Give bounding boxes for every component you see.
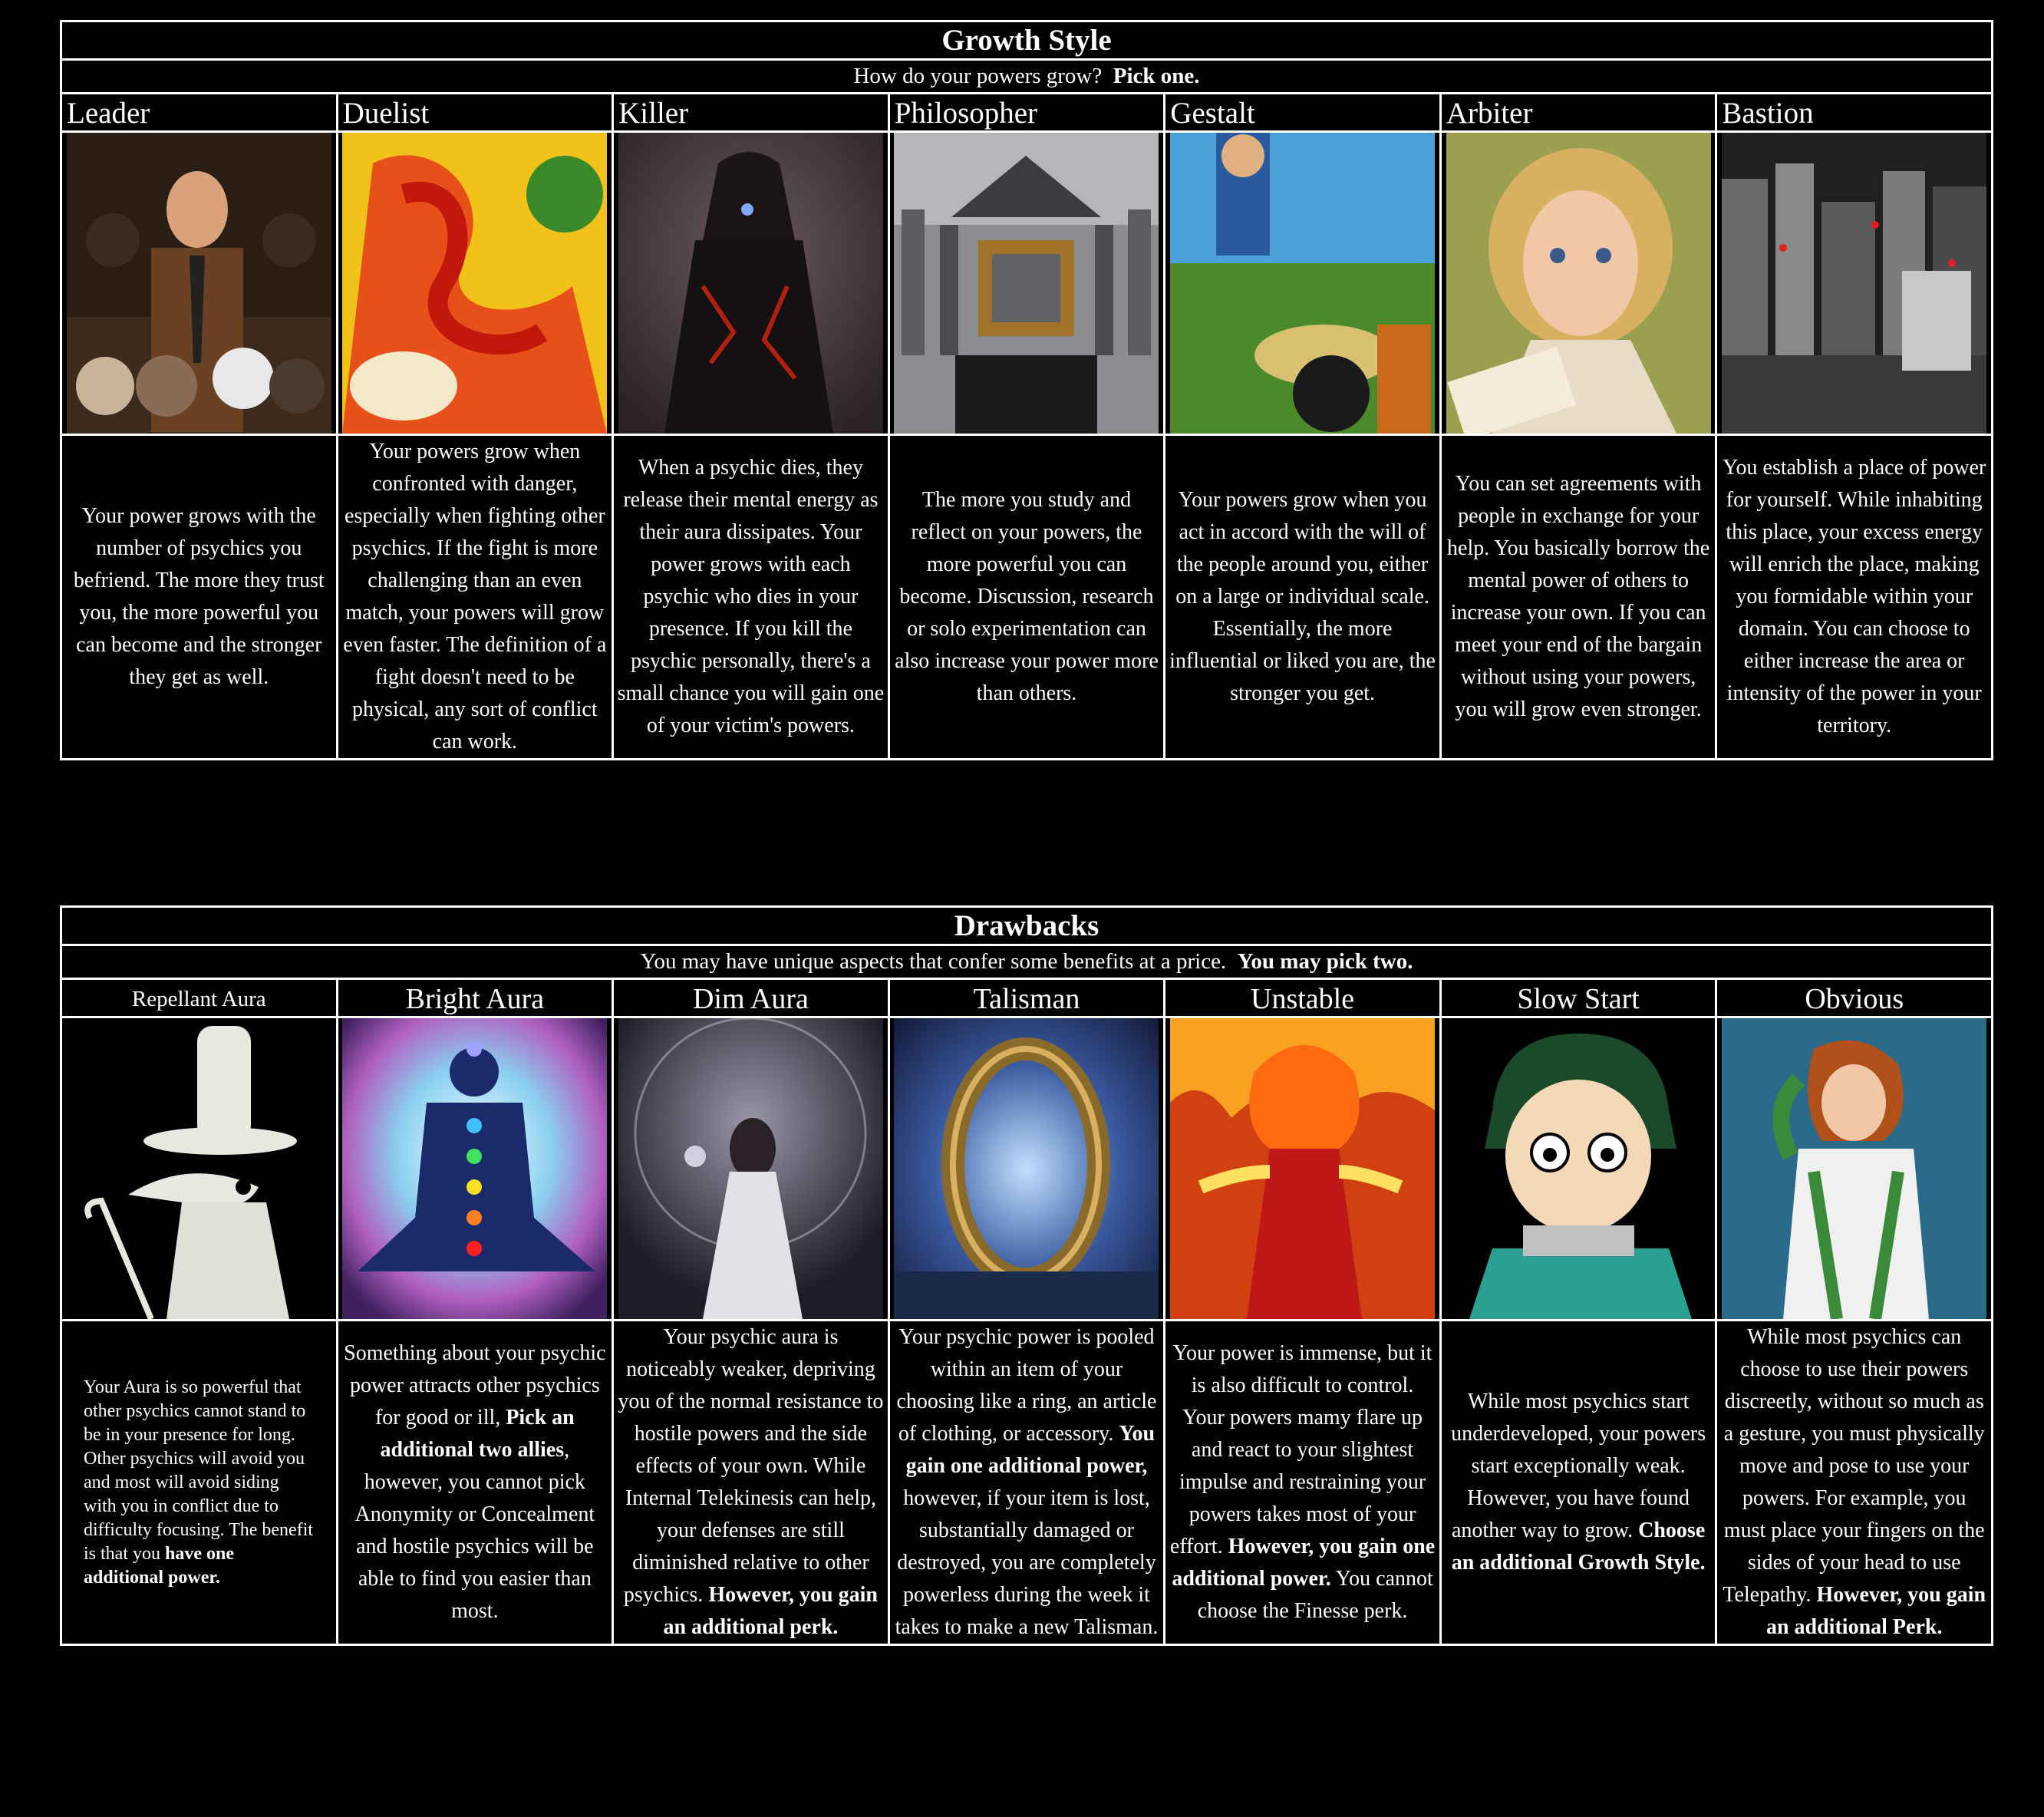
option-unstable[interactable]: Unstable Your power is immense, but it i… xyxy=(1165,980,1442,1644)
option-title: Slow Start xyxy=(1441,980,1716,1018)
option-title: Bright Aura xyxy=(338,980,612,1018)
gestalt-image xyxy=(1165,133,1439,436)
description-body: Your psychic power is pooled within an i… xyxy=(893,1321,1161,1644)
option-description: Your Aura is so powerful that other psyc… xyxy=(62,1321,336,1644)
option-gestalt[interactable]: Gestalt Your powers grow when you act in… xyxy=(1165,94,1442,758)
option-description: Your psychic power is pooled within an i… xyxy=(890,1321,1164,1644)
drawbacks-subtitle: You may have unique aspects that confer … xyxy=(60,946,1993,980)
option-leader[interactable]: Leader Your power grows with the number … xyxy=(62,94,338,758)
growth-style-title: Growth Style xyxy=(60,20,1993,61)
subtitle-emphasis: Pick one. xyxy=(1113,64,1200,88)
option-bright-aura[interactable]: Bright Aura Something about your psychic… xyxy=(338,980,615,1644)
bastion-image xyxy=(1717,133,1991,436)
option-description: Your psychic aura is noticeably weaker, … xyxy=(614,1321,888,1644)
description-body: Something about your psychic power attra… xyxy=(341,1337,609,1627)
option-title: Dim Aura xyxy=(614,980,888,1018)
option-duelist[interactable]: Duelist Your powers grow when confronted… xyxy=(338,94,615,758)
option-description: Your power grows with the number of psyc… xyxy=(73,504,325,689)
drawbacks-section: Drawbacks You may have unique aspects th… xyxy=(60,905,1993,1646)
option-title: Leader xyxy=(62,94,336,133)
option-title: Killer xyxy=(614,94,888,133)
option-killer[interactable]: Killer When a psychic dies, they release… xyxy=(614,94,890,758)
description-body: While most psychics can choose to use th… xyxy=(1720,1321,1988,1644)
talisman-image xyxy=(889,1018,1164,1321)
description-text-after: , however, you cannot pick Anonymity or … xyxy=(354,1438,595,1623)
slow-start-image xyxy=(1441,1018,1716,1321)
option-description: While most psychics start underdeveloped… xyxy=(1442,1321,1716,1644)
description-text: Your Aura is so powerful that other psyc… xyxy=(84,1377,314,1564)
option-talisman[interactable]: Talisman Your psychic power is pooled wi… xyxy=(889,980,1166,1644)
description-body: Your Aura is so powerful that other psyc… xyxy=(84,1376,315,1590)
growth-style-section: Growth Style How do your powers grow? Pi… xyxy=(60,20,1993,760)
description-text: Your power is immense, but it is also di… xyxy=(1169,1341,1432,1558)
option-title: Repellant Aura xyxy=(62,980,336,1018)
option-bastion[interactable]: Bastion You establish a place of power f… xyxy=(1717,94,1993,758)
description-text: Your psychic aura is noticeably weaker, … xyxy=(618,1325,884,1607)
option-description: Your powers grow when you act in accord … xyxy=(1169,488,1436,705)
subtitle-text: You may have unique aspects that confer … xyxy=(640,949,1227,974)
option-title: Obvious xyxy=(1717,980,1991,1018)
duelist-image xyxy=(338,133,612,436)
option-description: You establish a place of power for yours… xyxy=(1723,456,1986,737)
unstable-image xyxy=(1165,1018,1439,1321)
killer-image xyxy=(614,133,888,436)
option-description: Something about your psychic power attra… xyxy=(338,1321,612,1644)
option-dim-aura[interactable]: Dim Aura Your psychic aura is noticeably… xyxy=(614,980,890,1644)
repellant-aura-image xyxy=(62,1018,336,1321)
subtitle-emphasis: You may pick two. xyxy=(1237,949,1413,974)
option-repellant-aura[interactable]: Repellant Aura Your Aura is so powerful … xyxy=(62,980,338,1644)
bright-aura-image xyxy=(338,1018,612,1321)
description-text: Your psychic power is pooled within an i… xyxy=(896,1325,1157,1446)
description-text-after: however, if your item is lost, substanti… xyxy=(895,1486,1159,1639)
option-obvious[interactable]: Obvious While most psychics can choose t… xyxy=(1717,980,1993,1644)
option-description: Your powers grow when confronted with da… xyxy=(343,440,607,754)
option-title: Arbiter xyxy=(1441,94,1716,133)
option-description: You can set agreements with people in ex… xyxy=(1447,472,1710,721)
growth-style-subtitle: How do your powers grow? Pick one. xyxy=(60,61,1993,94)
option-slow-start[interactable]: Slow Start While most psychics start und… xyxy=(1441,980,1718,1644)
leader-image xyxy=(62,133,336,436)
option-description: When a psychic dies, they release their … xyxy=(617,456,885,737)
option-description: While most psychics can choose to use th… xyxy=(1717,1321,1991,1644)
option-title: Bastion xyxy=(1717,94,1991,133)
description-body: While most psychics start underdeveloped… xyxy=(1445,1386,1713,1579)
option-title: Unstable xyxy=(1165,980,1439,1018)
arbiter-image xyxy=(1441,133,1716,436)
option-title: Talisman xyxy=(889,980,1164,1018)
option-philosopher[interactable]: Philosopher The more you study and refle… xyxy=(889,94,1166,758)
option-description: The more you study and reflect on your p… xyxy=(895,488,1159,705)
philosopher-image xyxy=(889,133,1164,436)
subtitle-text: How do your powers grow? xyxy=(853,64,1103,88)
drawbacks-title: Drawbacks xyxy=(60,905,1993,946)
description-body: Your psychic aura is noticeably weaker, … xyxy=(617,1321,885,1644)
option-description: Your power is immense, but it is also di… xyxy=(1165,1321,1439,1644)
option-title: Gestalt xyxy=(1165,94,1439,133)
description-body: Your power is immense, but it is also di… xyxy=(1169,1337,1436,1627)
dim-aura-image xyxy=(614,1018,888,1321)
description-text: While most psychics can choose to use th… xyxy=(1723,1325,1985,1607)
option-arbiter[interactable]: Arbiter You can set agreements with peop… xyxy=(1441,94,1718,758)
option-title: Philosopher xyxy=(889,94,1164,133)
obvious-image xyxy=(1717,1018,1991,1321)
option-title: Duelist xyxy=(338,94,612,133)
